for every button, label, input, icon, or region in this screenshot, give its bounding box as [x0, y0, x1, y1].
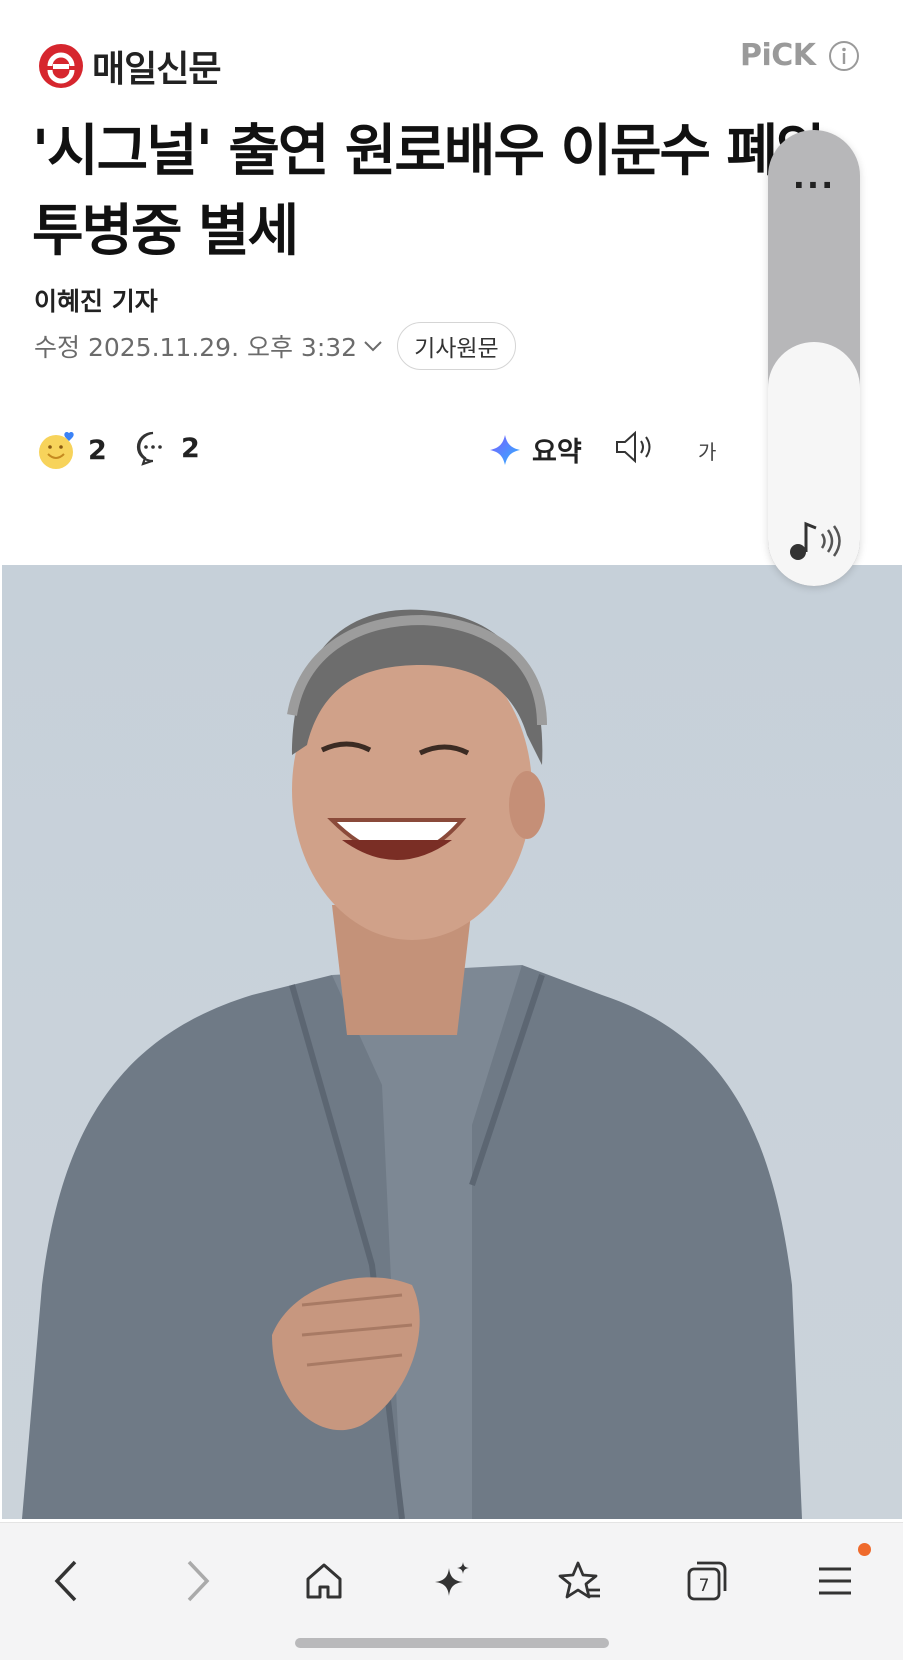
back-button[interactable] — [36, 1551, 96, 1611]
menu-button[interactable] — [805, 1551, 865, 1611]
smile-emoji-icon — [39, 431, 74, 469]
home-indicator[interactable] — [295, 1638, 609, 1648]
speaker-icon — [616, 430, 651, 464]
tab-count: 7 — [699, 1576, 710, 1596]
ai-button[interactable] — [422, 1551, 482, 1611]
chevron-down-icon — [364, 341, 382, 352]
star-list-icon — [558, 1561, 600, 1599]
article-meta: 수정 2025.11.29. 오후 3:32 기사원문 — [34, 322, 516, 370]
tabs-button[interactable]: 7 — [677, 1551, 737, 1611]
summary-button[interactable]: 요약 — [488, 430, 582, 469]
modified-date: 수정 2025.11.29. 오후 3:32 — [34, 333, 358, 362]
more-options-button[interactable]: ... — [768, 158, 860, 196]
comment-button[interactable]: 2 — [135, 430, 200, 466]
tabs-icon: 7 — [687, 1561, 727, 1601]
home-icon — [306, 1563, 342, 1599]
publisher-name: 매일신문 — [92, 49, 221, 90]
home-button[interactable] — [294, 1551, 354, 1611]
comment-count: 2 — [181, 432, 200, 464]
chevron-left-icon — [54, 1560, 77, 1602]
font-size-button[interactable]: 가 — [698, 436, 716, 465]
floating-scroll-widget[interactable]: ... — [768, 130, 860, 586]
summary-label: 요약 — [532, 437, 582, 468]
reaction-button[interactable]: 2 — [38, 430, 107, 470]
ai-sparkle-icon — [490, 434, 520, 465]
pick-badge[interactable]: PiCK — [740, 38, 860, 73]
original-article-button[interactable]: 기사원문 — [397, 322, 516, 370]
audio-playback-icon[interactable] — [786, 518, 842, 564]
menu-icon — [819, 1567, 851, 1595]
publisher-logo[interactable]: 매일신문 — [38, 40, 221, 92]
article-photo — [2, 565, 902, 1519]
sparkles-icon — [435, 1562, 469, 1596]
browser-toolbar: 7 — [0, 1522, 903, 1660]
chevron-right-icon — [187, 1560, 210, 1602]
author-name[interactable]: 이혜진 기자 — [34, 282, 158, 318]
bookmark-button[interactable] — [550, 1551, 610, 1611]
comment-bubble-icon — [136, 431, 162, 466]
forward-button[interactable] — [168, 1551, 228, 1611]
info-icon[interactable] — [828, 40, 860, 72]
article-header: 매일신문 PiCK — [0, 0, 903, 120]
font-size-label: 가 — [698, 440, 717, 464]
publisher-logo-icon — [39, 44, 83, 88]
pick-label: PiCK — [740, 38, 816, 73]
article-title: '시그널' 출연 원로배우 이문수 폐암 투병중 별세 — [32, 119, 828, 264]
portrait-illustration — [22, 609, 802, 1519]
notification-dot — [858, 1543, 871, 1556]
modified-date-toggle[interactable]: 수정 2025.11.29. 오후 3:32 — [34, 328, 383, 364]
reaction-count: 2 — [88, 434, 107, 466]
tts-button[interactable] — [614, 430, 656, 464]
